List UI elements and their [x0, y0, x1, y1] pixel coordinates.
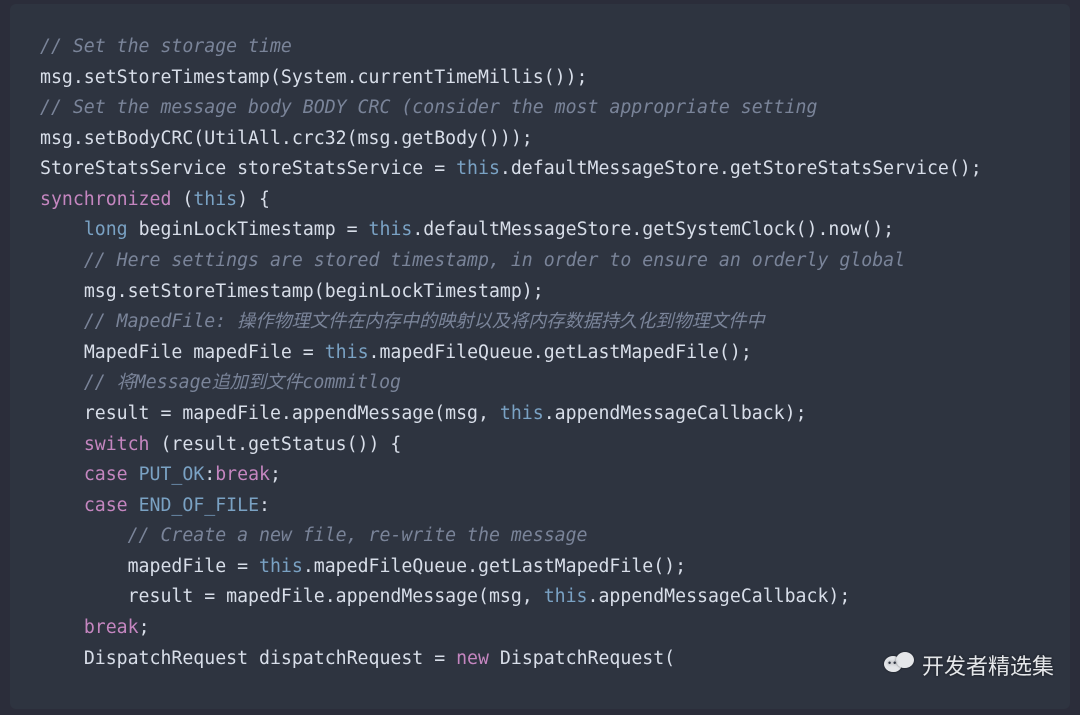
- code-token: msg.setBodyCRC(UtilAll.crc32(msg.getBody…: [40, 128, 533, 149]
- code-comment: // Create a new file, re-write the messa…: [128, 525, 588, 546]
- code-token: this: [500, 403, 544, 424]
- code-token: DispatchRequest dispatchRequest =: [84, 648, 456, 669]
- code-token: beginLockTimestamp =: [128, 219, 369, 240]
- code-panel: // Set the storage time msg.setStoreTime…: [10, 4, 1070, 709]
- code-token: msg.setStoreTimestamp(beginLockTimestamp…: [84, 281, 544, 302]
- code-token: :: [204, 464, 215, 485]
- code-token: case: [84, 464, 128, 485]
- code-token: this: [544, 586, 588, 607]
- code-line: MapedFile mapedFile = this.mapedFileQueu…: [40, 342, 752, 363]
- code-line: break;: [40, 617, 150, 638]
- code-line: // 将Message追加到文件commitlog: [40, 372, 401, 393]
- code-comment: // Set the storage time: [40, 36, 292, 57]
- code-token: this: [193, 189, 237, 210]
- code-token: END_OF_FILE: [139, 495, 259, 516]
- code-comment: // 将Message追加到文件commitlog: [84, 372, 401, 393]
- code-line: // Here settings are stored timestamp, i…: [40, 250, 905, 271]
- code-line: StoreStatsService storeStatsService = th…: [40, 158, 982, 179]
- code-token: switch: [84, 434, 150, 455]
- code-token: long: [84, 219, 128, 240]
- code-token: (result.getStatus()) {: [150, 434, 402, 455]
- code-token: synchronized: [40, 189, 171, 210]
- code-token: this: [456, 158, 500, 179]
- watermark-text: 开发者精选集: [922, 649, 1054, 681]
- code-token: ;: [139, 617, 150, 638]
- code-token: PUT_OK: [139, 464, 205, 485]
- code-token: this: [325, 342, 369, 363]
- code-comment: // Here settings are stored timestamp, i…: [84, 250, 905, 271]
- code-line: // Set the message body BODY CRC (consid…: [40, 97, 817, 118]
- code-line: case END_OF_FILE:: [40, 495, 270, 516]
- code-line: // Set the storage time: [40, 36, 292, 57]
- code-line: case PUT_OK:break;: [40, 464, 281, 485]
- code-line: msg.setBodyCRC(UtilAll.crc32(msg.getBody…: [40, 128, 533, 149]
- code-token: :: [259, 495, 270, 516]
- code-line: msg.setStoreTimestamp(beginLockTimestamp…: [40, 281, 544, 302]
- code-token: this: [259, 556, 303, 577]
- code-token: StoreStatsService storeStatsService =: [40, 158, 456, 179]
- wechat-icon: ••: [884, 652, 914, 678]
- code-token: msg.setStoreTimestamp(System.currentTime…: [40, 67, 588, 88]
- code-token: (: [171, 189, 193, 210]
- code-token: MapedFile mapedFile =: [84, 342, 325, 363]
- code-line: DispatchRequest dispatchRequest = new Di…: [40, 648, 675, 669]
- code-token: [128, 464, 139, 485]
- code-token: .defaultMessageStore.getStoreStatsServic…: [500, 158, 982, 179]
- code-token: DispatchRequest(: [489, 648, 675, 669]
- code-token: ) {: [237, 189, 270, 210]
- code-token: .mapedFileQueue.getLastMapedFile();: [369, 342, 752, 363]
- code-token: .appendMessageCallback);: [588, 586, 851, 607]
- code-comment: // Set the message body BODY CRC (consid…: [40, 97, 817, 118]
- code-line: synchronized (this) {: [40, 189, 270, 210]
- code-token: [128, 495, 139, 516]
- code-line: result = mapedFile.appendMessage(msg, th…: [40, 403, 807, 424]
- code-line: msg.setStoreTimestamp(System.currentTime…: [40, 67, 588, 88]
- code-token: break: [84, 617, 139, 638]
- code-line: switch (result.getStatus()) {: [40, 434, 401, 455]
- code-token: new: [456, 648, 489, 669]
- code-token: .defaultMessageStore.getSystemClock().no…: [412, 219, 894, 240]
- code-line: mapedFile = this.mapedFileQueue.getLastM…: [40, 556, 686, 577]
- code-token: case: [84, 495, 128, 516]
- code-token: mapedFile =: [128, 556, 259, 577]
- code-comment: // MapedFile: 操作物理文件在内存中的映射以及将内存数据持久化到物理…: [84, 311, 765, 332]
- code-block[interactable]: // Set the storage time msg.setStoreTime…: [40, 32, 1050, 674]
- wechat-watermark: •• 开发者精选集: [884, 649, 1054, 681]
- code-line: // Create a new file, re-write the messa…: [40, 525, 588, 546]
- code-token: result = mapedFile.appendMessage(msg,: [128, 586, 544, 607]
- code-line: long beginLockTimestamp = this.defaultMe…: [40, 219, 894, 240]
- code-token: .mapedFileQueue.getLastMapedFile();: [303, 556, 686, 577]
- code-token: result = mapedFile.appendMessage(msg,: [84, 403, 500, 424]
- code-line: result = mapedFile.appendMessage(msg, th…: [40, 586, 850, 607]
- code-token: ;: [270, 464, 281, 485]
- code-token: this: [369, 219, 413, 240]
- code-line: // MapedFile: 操作物理文件在内存中的映射以及将内存数据持久化到物理…: [40, 311, 765, 332]
- code-token: break: [215, 464, 270, 485]
- code-token: .appendMessageCallback);: [544, 403, 807, 424]
